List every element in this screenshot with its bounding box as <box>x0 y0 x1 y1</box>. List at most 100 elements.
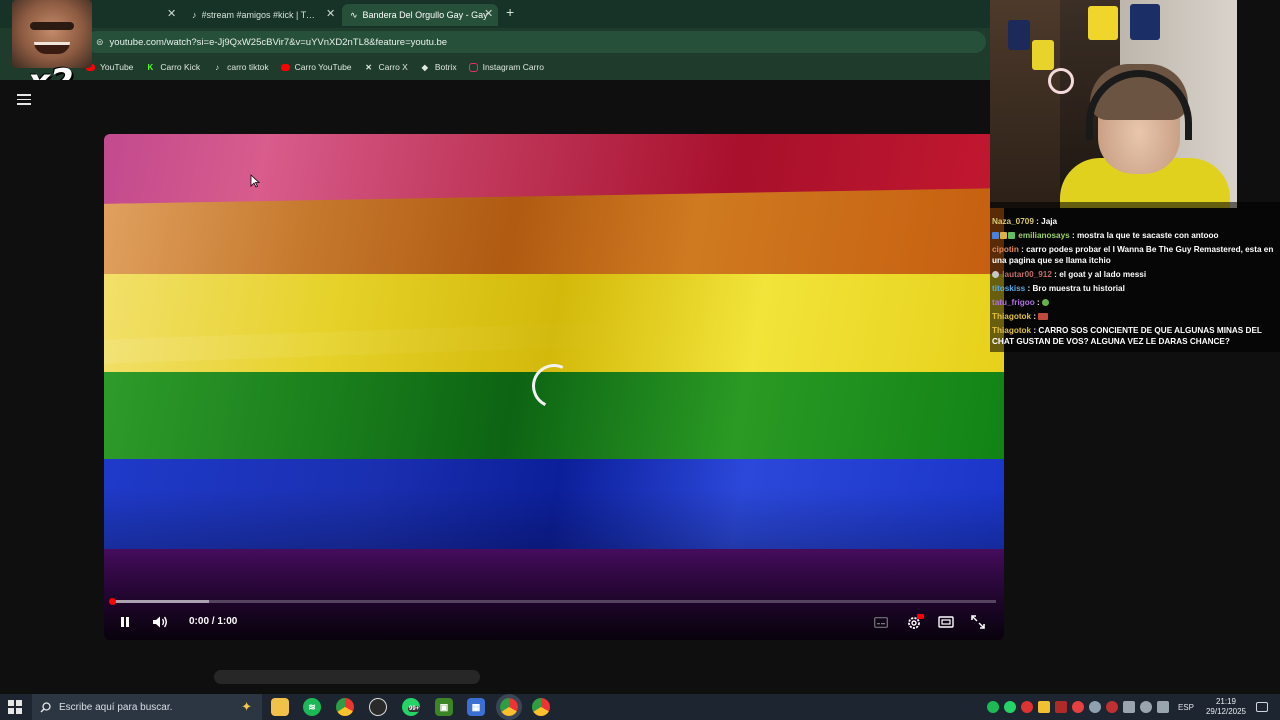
clock-date: 29/12/2025 <box>1205 707 1246 716</box>
x-icon: ✕ <box>365 62 372 72</box>
chat-message: titoskiss : Bro muestra tu historial <box>992 284 1125 293</box>
bookmark-carro-youtube[interactable]: Carro YouTube <box>280 62 352 72</box>
site-info-icon[interactable]: ⊜ <box>96 37 104 48</box>
stream-chat: Naza_0709 : Jaja emilianosays : mostra l… <box>990 202 1280 352</box>
player-controls: 0:00 / 1:00 <box>104 608 1004 636</box>
volume-button[interactable] <box>150 612 170 632</box>
menu-icon[interactable] <box>17 94 31 108</box>
browser-chrome: ✕ ♪ #stream #amigos #kick | TikTok ✕ ∿ B… <box>0 0 990 80</box>
chat-message: Naza_0709 : Jaja <box>992 217 1058 226</box>
system-tray: ESP 21:19 29/12/2025 <box>985 694 1280 720</box>
badge-icon <box>1008 232 1015 239</box>
chat-text: carro podes probar el I Wanna Be The Guy… <box>992 245 1274 265</box>
spotify-icon[interactable]: ≋ <box>303 698 321 716</box>
tray-app-icon[interactable] <box>1072 701 1085 713</box>
windows-start-icon[interactable] <box>8 700 22 714</box>
clock[interactable]: 21:19 29/12/2025 <box>1206 697 1246 717</box>
whatsapp-icon[interactable]: 99+ <box>402 698 421 716</box>
tray-app-icon[interactable] <box>1106 701 1119 713</box>
search-placeholder: Escribe aquí para buscar. <box>59 701 173 713</box>
botrix-icon: ◆ <box>421 62 428 72</box>
theater-mode-button[interactable] <box>936 612 956 632</box>
emote-icon <box>1042 299 1050 306</box>
close-tab-icon[interactable]: ✕ <box>167 7 176 20</box>
copilot-sparkle-icon[interactable]: ✦ <box>241 699 252 715</box>
chat-message: Thiagotok : CARRO SOS CONCIENTE DE QUE A… <box>992 326 1262 346</box>
settings-button[interactable] <box>904 612 926 632</box>
minecraft-icon[interactable]: ▣ <box>435 698 453 716</box>
fullscreen-button[interactable] <box>968 612 988 632</box>
streamer-webcam <box>990 0 1237 208</box>
progress-bar[interactable] <box>109 598 996 605</box>
bookmark-carro-kick[interactable]: K Carro Kick <box>145 62 201 72</box>
chat-username: cipotin <box>992 245 1019 254</box>
bookmark-carro-x[interactable]: ✕ Carro X <box>364 62 408 72</box>
taskbar-search[interactable]: Escribe aquí para buscar. ✦ <box>32 694 262 720</box>
tray-app-icon[interactable] <box>1055 701 1068 713</box>
chat-message: tatu_frigoo : <box>990 296 1280 310</box>
chat-username: emilianosays <box>1018 231 1070 240</box>
speaker-icon[interactable] <box>1140 701 1153 713</box>
chat-message: emilianosays : mostra la que te sacaste … <box>990 229 1280 243</box>
subtitles-button[interactable] <box>872 612 890 632</box>
chat-username: lautar00_912 <box>1002 270 1052 279</box>
close-tab-icon[interactable]: ✕ <box>326 7 335 20</box>
address-bar[interactable]: ⊜ youtube.com/watch?si=e-Jj9QxW25cBVir7&… <box>86 31 986 53</box>
tab-strip: ✕ ♪ #stream #amigos #kick | TikTok ✕ ∿ B… <box>0 0 990 28</box>
instagram-icon <box>468 62 478 72</box>
bookmark-label: Instagram Carro <box>482 62 544 72</box>
settings-tray-icon[interactable] <box>1089 701 1102 713</box>
ring-light-icon <box>1048 68 1074 94</box>
network-icon[interactable] <box>1123 701 1136 713</box>
subtitles-icon <box>874 616 888 628</box>
tray-app-icon[interactable] <box>1021 701 1034 713</box>
chrome-icon[interactable] <box>336 698 354 716</box>
chat-message: lautar00_912 : el goat y al lado messi <box>990 268 1280 282</box>
tiktok-icon: ♪ <box>215 62 220 72</box>
tab-youtube-video[interactable]: ∿ Bandera Del Orgullo Gay - Gay <box>342 4 498 26</box>
file-explorer-icon[interactable] <box>271 698 289 716</box>
bookmark-botrix[interactable]: ◆ Botrix <box>420 62 457 72</box>
chat-username: titoskiss <box>992 284 1026 293</box>
badge-icon <box>1000 232 1007 239</box>
bookmark-label: Carro YouTube <box>294 62 352 72</box>
meme-face-image <box>12 0 92 68</box>
chat-username: tatu_frigoo <box>992 298 1035 307</box>
chat-text: CARRO SOS CONCIENTE DE QUE ALGUNAS MINAS… <box>992 326 1262 346</box>
scrubber-handle[interactable] <box>109 598 116 605</box>
tray-app-icon[interactable] <box>1038 701 1051 713</box>
new-tab-icon[interactable]: + <box>506 4 514 20</box>
notifications-icon[interactable] <box>1256 702 1268 712</box>
obs-icon[interactable] <box>369 698 387 716</box>
bookmark-label: Carro Kick <box>160 62 201 72</box>
chat-username: Naza_0709 <box>992 217 1034 226</box>
chrome-profile-icon[interactable] <box>532 698 550 716</box>
bookmark-instagram-carro[interactable]: Instagram Carro <box>468 62 544 72</box>
whatsapp-tray-icon[interactable] <box>1004 701 1017 713</box>
chat-username: Thiagotok <box>992 312 1032 321</box>
tiktok-icon: ♪ <box>192 10 197 20</box>
pen-icon[interactable] <box>1157 701 1170 713</box>
pause-button[interactable] <box>116 612 134 632</box>
whatsapp-badge: 99+ <box>408 706 421 712</box>
pause-icon <box>121 617 129 627</box>
bookmark-label: Carro X <box>378 62 408 72</box>
video-player[interactable]: 0:00 / 1:00 <box>104 134 1004 640</box>
gear-icon <box>908 614 924 629</box>
bookmark-carro-tiktok[interactable]: ♪ carro tiktok <box>212 62 269 72</box>
url-text[interactable]: youtube.com/watch?si=e-Jj9QxW25cBVir7&v=… <box>110 37 448 48</box>
chat-message: Thiagotok : <box>990 310 1280 324</box>
bookmark-youtube[interactable]: YouTube <box>86 62 133 72</box>
spotify-tray-icon[interactable] <box>987 701 1000 713</box>
bookmark-label: carro tiktok <box>227 62 269 72</box>
microsoft-store-icon[interactable]: ▦ <box>467 698 485 716</box>
language-indicator[interactable]: ESP <box>1178 703 1194 712</box>
chat-text: Jaja <box>1041 217 1058 226</box>
screen: ✕ ♪ #stream #amigos #kick | TikTok ✕ ∿ B… <box>0 0 1280 720</box>
chrome-active-icon[interactable] <box>496 694 522 720</box>
chat-text: mostra la que te sacaste con antooo <box>1077 231 1219 240</box>
badge-icon <box>992 271 999 278</box>
bookmark-label: YouTube <box>100 62 134 72</box>
tab-tiktok[interactable]: ♪ #stream #amigos #kick | TikTok <box>184 4 324 26</box>
close-tab-icon[interactable]: ✕ <box>484 7 493 20</box>
